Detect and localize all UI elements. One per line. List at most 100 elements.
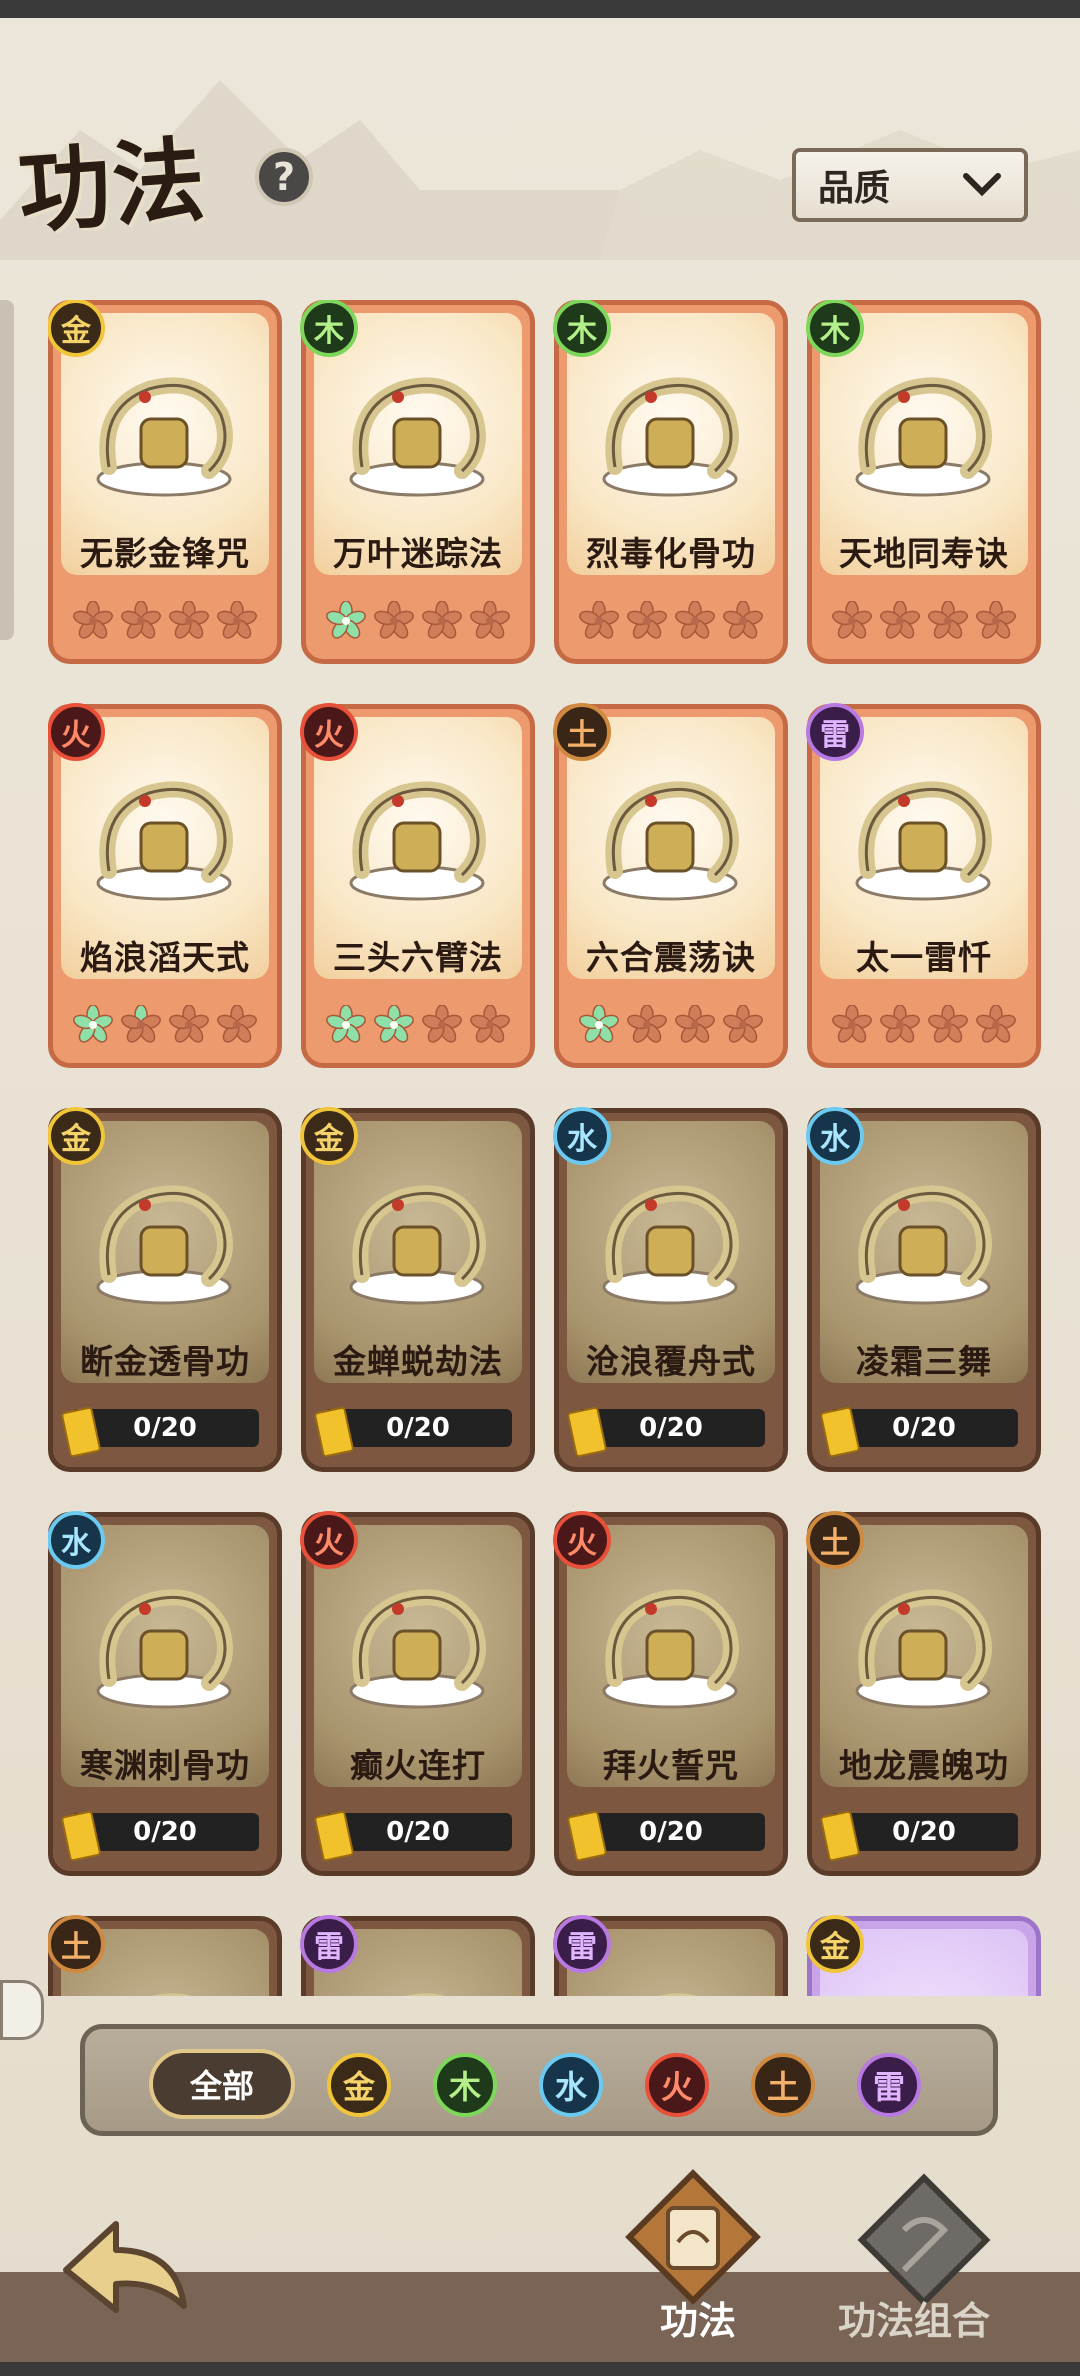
gongfa-card[interactable]: 雷 xyxy=(300,1915,535,1996)
question-icon: ? xyxy=(272,155,296,199)
card-name: 烈毒化骨功 xyxy=(586,534,756,573)
star-flower-icon xyxy=(928,1005,968,1043)
gongfa-card[interactable]: 土六合震荡诀 xyxy=(553,703,788,1068)
card-name: 沧浪覆舟式 xyxy=(586,1342,756,1381)
element-badge: 金 xyxy=(300,1107,358,1165)
dragon-emblem xyxy=(152,1993,192,1996)
gongfa-card[interactable]: 土 xyxy=(48,1915,282,1996)
gongfa-card[interactable]: 金 xyxy=(806,1915,1041,1996)
gongfa-card[interactable]: 金断金透骨功 0/20 xyxy=(48,1107,282,1472)
star-rating xyxy=(73,1005,257,1049)
star-flower-icon xyxy=(217,1005,257,1043)
gongfa-card[interactable]: 木烈毒化骨功 xyxy=(553,300,788,664)
star-rating xyxy=(326,1005,510,1049)
star-flower-icon xyxy=(470,1005,510,1043)
card-name: 凌霜三舞 xyxy=(856,1342,992,1381)
star-flower-icon xyxy=(121,1005,161,1043)
star-flower-icon xyxy=(880,1005,920,1043)
star-flower-icon xyxy=(169,601,209,639)
filter-element-button[interactable]: 金 xyxy=(327,2053,391,2117)
star-flower-icon xyxy=(976,601,1016,639)
gongfa-card[interactable]: 火焰浪滔天式 xyxy=(48,703,282,1068)
chat-bubble-icon[interactable] xyxy=(0,1980,44,2040)
gongfa-card[interactable]: 火三头六臂法 xyxy=(300,703,535,1068)
element-badge: 土 xyxy=(553,703,611,761)
star-flower-icon xyxy=(422,1005,462,1043)
gongfa-card[interactable]: 水沧浪覆舟式 0/20 xyxy=(553,1107,788,1472)
gongfa-card-grid: 金无影金锋咒木万叶迷踪法木烈毒化骨功木天地同寿诀火焰浪滔天式火三头六臂法土六合震… xyxy=(48,300,1044,1996)
dragon-emblem xyxy=(349,377,486,497)
gongfa-card[interactable]: 雷太一雷忏 xyxy=(806,703,1041,1068)
star-rating xyxy=(579,601,763,645)
card-name: 癫火连打 xyxy=(350,1746,486,1785)
dragon-emblem xyxy=(349,1185,486,1305)
dragon-emblem xyxy=(602,1185,739,1305)
gongfa-card[interactable]: 水寒渊刺骨功 0/20 xyxy=(48,1511,282,1876)
gongfa-card[interactable]: 金金蝉蜕劫法 0/20 xyxy=(300,1107,535,1472)
card-name: 拜火誓咒 xyxy=(603,1746,739,1785)
dragon-emblem xyxy=(855,781,992,901)
star-flower-icon xyxy=(579,1005,619,1043)
element-badge: 火 xyxy=(553,1511,611,1569)
element-badge: 火 xyxy=(300,703,358,761)
dragon-emblem xyxy=(96,781,233,901)
element-badge: 土 xyxy=(806,1511,864,1569)
gongfa-card[interactable]: 金无影金锋咒 xyxy=(48,300,282,664)
card-name: 焰浪滔天式 xyxy=(80,938,250,977)
star-flower-icon xyxy=(374,1005,414,1043)
filter-element-button[interactable]: 木 xyxy=(433,2053,497,2117)
filter-element-button[interactable]: 水 xyxy=(539,2053,603,2117)
dragon-emblem xyxy=(602,1589,739,1709)
star-flower-icon xyxy=(976,1005,1016,1043)
dragon-emblem xyxy=(855,377,992,497)
card-name: 无影金锋咒 xyxy=(80,534,250,573)
card-name: 六合震荡诀 xyxy=(586,938,756,977)
card-name: 万叶迷踪法 xyxy=(333,534,503,573)
tab-gongfa-label[interactable]: 功法 xyxy=(660,2290,736,2345)
tab-combo-label[interactable]: 功法组合 xyxy=(838,2290,990,2345)
element-badge: 木 xyxy=(300,300,358,357)
gongfa-card[interactable]: 火拜火誓咒 0/20 xyxy=(553,1511,788,1876)
filter-element-button[interactable]: 雷 xyxy=(857,2053,921,2117)
page-title: 功法 xyxy=(14,125,211,247)
gongfa-card[interactable]: 木天地同寿诀 xyxy=(806,300,1041,664)
dragon-emblem xyxy=(96,377,233,497)
star-flower-icon xyxy=(880,601,920,639)
card-name: 金蝉蜕劫法 xyxy=(333,1342,503,1381)
dragon-emblem xyxy=(855,1589,992,1709)
gongfa-card[interactable]: 水凌霜三舞 0/20 xyxy=(806,1107,1041,1472)
gongfa-card[interactable]: 火癫火连打 0/20 xyxy=(300,1511,535,1876)
gongfa-card[interactable]: 木万叶迷踪法 xyxy=(300,300,535,664)
filter-element-button[interactable]: 土 xyxy=(751,2053,815,2117)
gongfa-card[interactable]: 雷 xyxy=(553,1915,788,1996)
star-flower-icon xyxy=(579,601,619,639)
star-flower-icon xyxy=(73,601,113,639)
element-badge: 水 xyxy=(48,1511,105,1569)
dragon-emblem xyxy=(405,1993,445,1996)
element-badge: 木 xyxy=(806,300,864,357)
star-flower-icon xyxy=(374,601,414,639)
back-arrow-icon[interactable] xyxy=(56,2210,196,2330)
element-badge: 雷 xyxy=(300,1915,358,1973)
dragon-emblem xyxy=(96,1589,233,1709)
quality-dropdown[interactable]: 品质 xyxy=(792,148,1028,222)
element-badge: 火 xyxy=(300,1511,358,1569)
element-badge: 金 xyxy=(806,1915,864,1973)
card-name: 断金透骨功 xyxy=(80,1342,250,1381)
star-flower-icon xyxy=(217,601,257,639)
star-flower-icon xyxy=(73,1005,113,1043)
star-flower-icon xyxy=(422,601,462,639)
help-button[interactable]: ? xyxy=(255,148,313,206)
element-filter-bar: 全部 金木水火土雷 xyxy=(80,2024,998,2136)
gongfa-card[interactable]: 土地龙震魄功 0/20 xyxy=(806,1511,1041,1876)
filter-element-button[interactable]: 火 xyxy=(645,2053,709,2117)
star-flower-icon xyxy=(675,1005,715,1043)
star-flower-icon xyxy=(326,601,366,639)
filter-all-button[interactable]: 全部 xyxy=(149,2049,295,2119)
side-scroll-tab[interactable] xyxy=(0,300,14,640)
status-bar xyxy=(0,0,1080,18)
dragon-emblem xyxy=(602,377,739,497)
star-rating xyxy=(832,1005,1016,1049)
dragon-emblem xyxy=(855,1185,992,1305)
element-badge: 火 xyxy=(48,703,105,761)
